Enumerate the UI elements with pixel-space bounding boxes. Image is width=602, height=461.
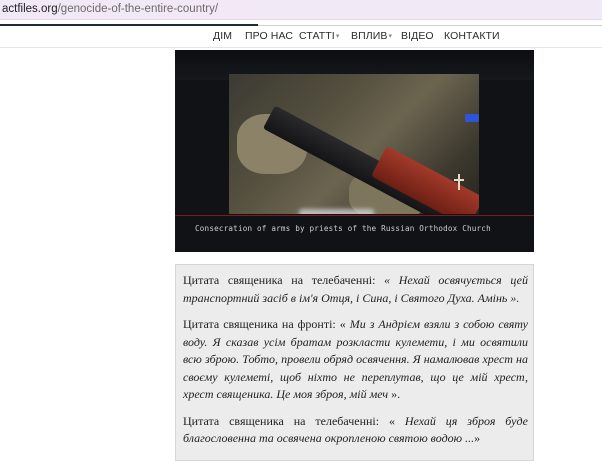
nav-item-impact[interactable]: ВПЛИВ▾	[351, 30, 392, 42]
quote-lead: Цитата священика на телебаченні: «	[183, 413, 405, 428]
address-bar[interactable]: actfiles.org/genocide-of-the-entire-coun…	[0, 0, 602, 20]
nav-item-label: ВІДЕО	[401, 30, 434, 42]
main-nav: ДІМ ПРО НАС СТАТТІ▾ ВПЛИВ▾ ВІДЕО КОНТАКТ…	[0, 26, 602, 48]
hero-caption: Consecration of arms by priests of the R…	[195, 224, 491, 233]
nav-item-about[interactable]: ПРО НАС	[245, 30, 293, 42]
quote-paragraph: Цитата священика на телебаченні: « Нехай…	[183, 413, 528, 448]
nav-item-label: СТАТТІ	[299, 30, 335, 42]
quote-lead: Цитата священика на фронті: «	[183, 317, 350, 331]
nav-item-home[interactable]: ДІМ	[213, 30, 232, 42]
cross-mark-icon	[454, 174, 464, 190]
hero-video-still[interactable]: Consecration of arms by priests of the R…	[175, 50, 534, 252]
chevron-down-icon: ▾	[388, 33, 393, 40]
url-path: /genocide-of-the-entire-country/	[57, 3, 219, 15]
url-domain: actfiles.org	[2, 3, 58, 15]
nav-item-label: ПРО НАС	[245, 30, 294, 42]
nav-item-label: КОНТАКТИ	[444, 30, 500, 42]
hero-caption-divider	[175, 215, 534, 216]
chevron-down-icon: ▾	[335, 33, 340, 40]
quotes-box: Цитата священика на телебаченні: « Нехай…	[175, 264, 534, 461]
nav-item-contacts[interactable]: КОНТАКТИ	[444, 30, 500, 42]
quote-after: ».	[388, 387, 401, 401]
nav-item-video[interactable]: ВІДЕО	[401, 30, 434, 42]
hero-photo-frame	[229, 74, 479, 214]
nav-item-label: ДІМ	[213, 30, 233, 42]
flag-patch-blue	[465, 114, 479, 122]
quote-lead: Цитата священика на телебаченні:	[183, 273, 385, 287]
blurred-patch	[299, 209, 374, 214]
quote-after: »	[474, 431, 481, 445]
nav-item-label: ВПЛИВ	[351, 30, 388, 42]
nav-item-articles[interactable]: СТАТТІ▾	[299, 30, 339, 42]
quote-paragraph: Цитата священика на телебаченні: « Нехай…	[183, 272, 528, 307]
quote-paragraph: Цитата священика на фронті: « Ми з Андрі…	[183, 316, 528, 404]
url-text[interactable]: actfiles.org/genocide-of-the-entire-coun…	[2, 3, 218, 15]
